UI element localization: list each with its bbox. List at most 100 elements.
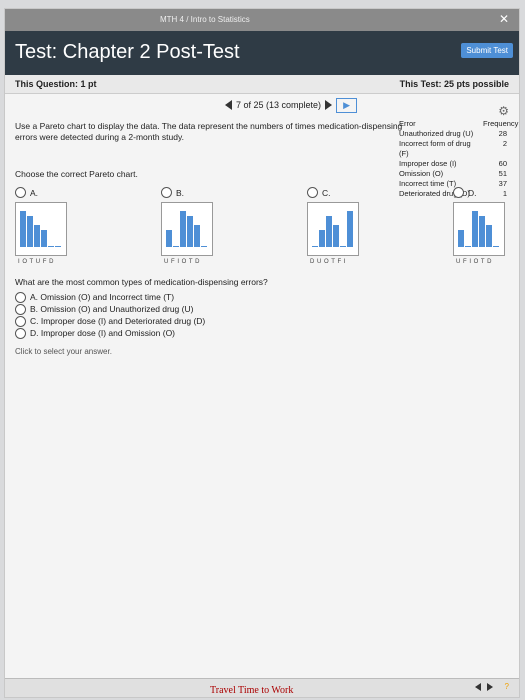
hint-text: Click to select your answer. bbox=[15, 347, 112, 356]
question-info-bar: This Question: 1 pt This Test: 25 pts po… bbox=[5, 75, 519, 94]
next-button[interactable]: ▶ bbox=[336, 97, 357, 113]
chart-bar bbox=[486, 225, 492, 247]
table-cell-frequency: 2 bbox=[502, 139, 507, 148]
chart-option[interactable]: A. I O T U F D bbox=[15, 187, 67, 265]
table-cell-error: Omission (O) bbox=[399, 169, 444, 178]
question-nav: 7 of 25 (13 complete) ▶ bbox=[225, 97, 357, 113]
chart-option-label[interactable]: A. bbox=[15, 187, 38, 198]
chart-bar bbox=[173, 246, 179, 247]
table-cell-error: Improper dose (I) bbox=[399, 159, 457, 168]
chart-option-label[interactable]: C. bbox=[307, 187, 331, 198]
option-letter: C. bbox=[322, 187, 331, 198]
mini-pareto-chart: I O T U F D bbox=[15, 202, 67, 265]
radio-button[interactable] bbox=[15, 327, 26, 339]
chart-option[interactable]: D. U F I O T D bbox=[453, 187, 505, 265]
table-header-error: Error bbox=[399, 119, 416, 128]
header: Test: Chapter 2 Post-Test Submit Test bbox=[5, 31, 519, 75]
chart-bar bbox=[194, 225, 200, 247]
table-row: Incorrect form of drug (F) 2 bbox=[399, 139, 507, 159]
table-cell-error: Incorrect form of drug (F) bbox=[399, 139, 471, 158]
chart-bar bbox=[333, 225, 339, 247]
mini-pareto-chart: U F I O T D bbox=[453, 202, 505, 265]
chart-option[interactable]: C. D U O T F I bbox=[307, 187, 359, 265]
page-title: Test: Chapter 2 Post-Test bbox=[15, 41, 240, 63]
gear-icon[interactable]: ⚙ bbox=[498, 104, 509, 118]
choose-label: Choose the correct Pareto chart. bbox=[15, 169, 138, 179]
radio-button[interactable] bbox=[453, 187, 464, 198]
next-icon[interactable] bbox=[487, 683, 493, 691]
chart-tick-labels: U F I O T D bbox=[456, 259, 492, 265]
screen: MTH 4 / Intro to Statistics ✕ Test: Chap… bbox=[4, 8, 520, 698]
page: MTH 4 / Intro to Statistics ✕ Test: Chap… bbox=[0, 0, 525, 700]
table-row: Improper dose (I) 60 bbox=[399, 159, 507, 169]
answer-option[interactable]: A. Omission (O) and Incorrect time (T) bbox=[15, 291, 205, 303]
answer-text: A. Omission (O) and Incorrect time (T) bbox=[30, 292, 175, 302]
course-title: MTH 4 / Intro to Statistics bbox=[160, 15, 250, 24]
answer-option[interactable]: B. Omission (O) and Unauthorized drug (U… bbox=[15, 303, 205, 315]
chart-option[interactable]: B. U F I O T D bbox=[161, 187, 213, 265]
option-letter: B. bbox=[176, 187, 185, 198]
chart-bar bbox=[180, 211, 186, 247]
submit-test-button[interactable]: Submit Test bbox=[461, 43, 513, 58]
next-question-icon[interactable] bbox=[325, 100, 333, 110]
table-cell-error: Unauthorized drug (U) bbox=[399, 129, 474, 138]
chart-bar bbox=[166, 230, 172, 247]
table-cell-frequency: 51 bbox=[498, 169, 507, 178]
answer-text: B. Omission (O) and Unauthorized drug (U… bbox=[30, 304, 194, 314]
answer-option[interactable]: D. Improper dose (I) and Omission (O) bbox=[15, 327, 205, 339]
chart-bar bbox=[458, 230, 464, 247]
chart-bar bbox=[55, 246, 61, 247]
chart-options: A. I O T U F D B. U F I O T D C. D U O T F I D… bbox=[15, 187, 505, 265]
close-icon[interactable]: ✕ bbox=[499, 12, 509, 26]
chart-bar bbox=[27, 216, 33, 247]
table-cell-frequency: 60 bbox=[498, 159, 507, 168]
chart-bar bbox=[20, 211, 26, 247]
chart-bar bbox=[41, 230, 47, 247]
option-letter: A. bbox=[30, 187, 39, 198]
chart-bar bbox=[48, 246, 54, 247]
radio-button[interactable] bbox=[15, 303, 26, 315]
chart-bar bbox=[34, 225, 40, 247]
help-icon[interactable]: ? bbox=[505, 682, 509, 691]
chart-tick-labels: I O T U F D bbox=[18, 259, 54, 265]
table-cell-frequency: 28 bbox=[498, 129, 507, 138]
chart-bar bbox=[347, 211, 353, 247]
chart-tick-labels: U F I O T D bbox=[164, 259, 200, 265]
mini-pareto-chart: U F I O T D bbox=[161, 202, 213, 265]
answer-option[interactable]: C. Improper dose (I) and Deteriorated dr… bbox=[15, 315, 205, 327]
chart-option-label[interactable]: D. bbox=[453, 187, 477, 198]
answer-text: C. Improper dose (I) and Deteriorated dr… bbox=[30, 316, 206, 326]
prev-question-icon[interactable] bbox=[225, 100, 232, 110]
chart-bar bbox=[326, 216, 332, 247]
prev-icon[interactable] bbox=[475, 683, 481, 691]
option-letter: D. bbox=[468, 187, 477, 198]
table-header-frequency: Frequency bbox=[483, 119, 519, 128]
chart-bar bbox=[312, 246, 318, 247]
chart-bar bbox=[479, 216, 485, 247]
radio-button[interactable] bbox=[161, 187, 172, 198]
mini-pareto-chart: D U O T F I bbox=[307, 202, 359, 265]
chart-bar bbox=[319, 230, 325, 247]
bottom-nav bbox=[475, 683, 493, 691]
radio-button[interactable] bbox=[15, 187, 26, 198]
radio-button[interactable] bbox=[15, 315, 26, 327]
chart-bar bbox=[340, 246, 346, 247]
chart-bar bbox=[187, 216, 193, 247]
radio-button[interactable] bbox=[15, 291, 26, 303]
chart-option-label[interactable]: B. bbox=[161, 187, 184, 198]
chart-bar bbox=[472, 211, 478, 247]
table-row: Unauthorized drug (U) 28 bbox=[399, 129, 507, 139]
chart-bar bbox=[493, 246, 499, 247]
paper-text: Travel Time to Work bbox=[210, 685, 294, 696]
chart-bar bbox=[201, 246, 207, 247]
table-header: Error Frequency bbox=[399, 119, 519, 129]
question-counter: 7 of 25 (13 complete) bbox=[236, 100, 322, 110]
question-points: This Question: 1 pt bbox=[15, 79, 97, 89]
chart-bar bbox=[465, 246, 471, 247]
radio-button[interactable] bbox=[307, 187, 318, 198]
question-2: What are the most common types of medica… bbox=[15, 277, 268, 287]
question-prompt: Use a Pareto chart to display the data. … bbox=[15, 121, 403, 142]
answer-options: A. Omission (O) and Incorrect time (T) B.… bbox=[15, 291, 205, 339]
test-points: This Test: 25 pts possible bbox=[399, 79, 509, 89]
table-row: Omission (O) 51 bbox=[399, 169, 507, 179]
